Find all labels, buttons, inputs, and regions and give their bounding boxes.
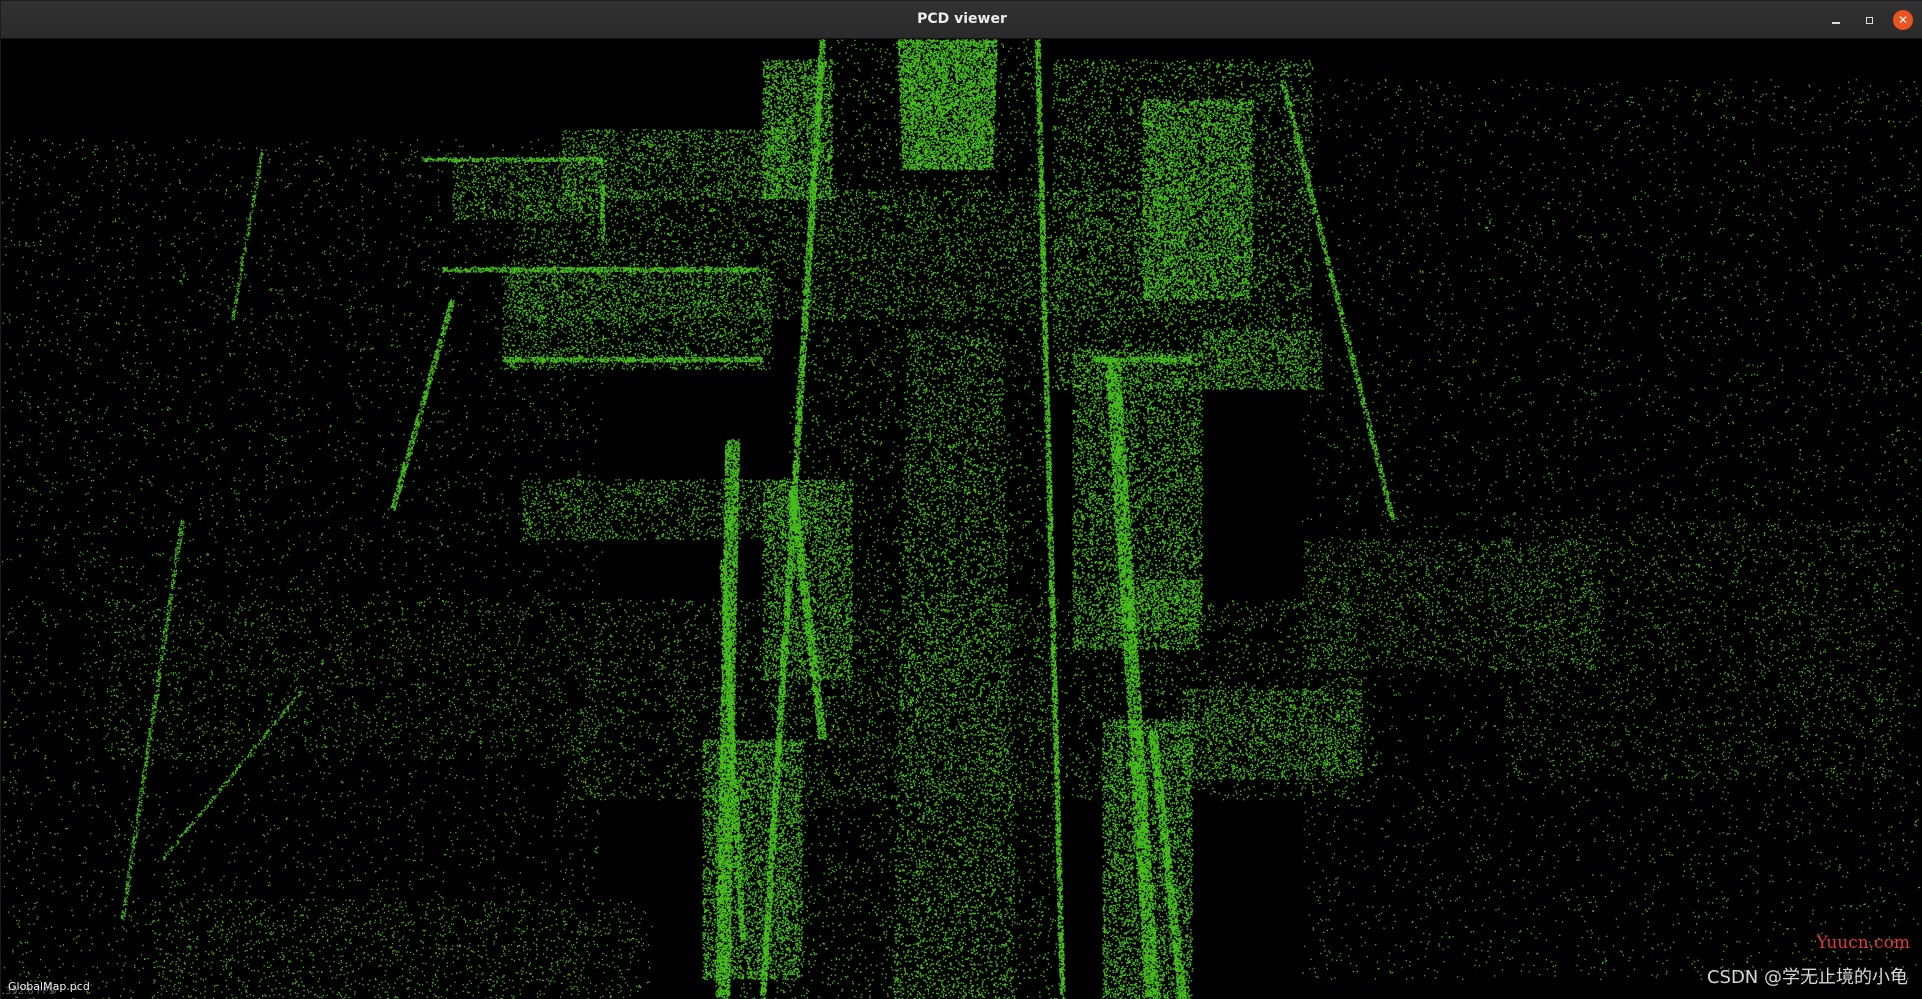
maximize-icon: [1866, 17, 1873, 24]
pcd-viewer-window: PCD viewer ✕ 392.6 FPS GlobalMap.pcd Yuu…: [0, 0, 1922, 999]
site-watermark: Yuucn.com: [1817, 933, 1910, 953]
title-bar[interactable]: PCD viewer ✕: [1, 1, 1922, 39]
point-cloud-points: [2, 39, 1922, 999]
window-title: PCD viewer: [1, 11, 1922, 27]
maximize-button[interactable]: [1859, 10, 1879, 30]
point-cloud-viewport[interactable]: 392.6 FPS GlobalMap.pcd Yuucn.com CSDN @…: [2, 39, 1922, 999]
cloud-filename-label: GlobalMap.pcd: [8, 980, 90, 993]
close-icon: ✕: [1898, 13, 1908, 27]
minimize-icon: [1832, 22, 1840, 24]
close-button[interactable]: ✕: [1893, 10, 1913, 30]
author-watermark: CSDN @学无止境的小龟: [1707, 963, 1908, 989]
point-cloud-render: [2, 39, 1922, 999]
minimize-button[interactable]: [1826, 10, 1846, 30]
